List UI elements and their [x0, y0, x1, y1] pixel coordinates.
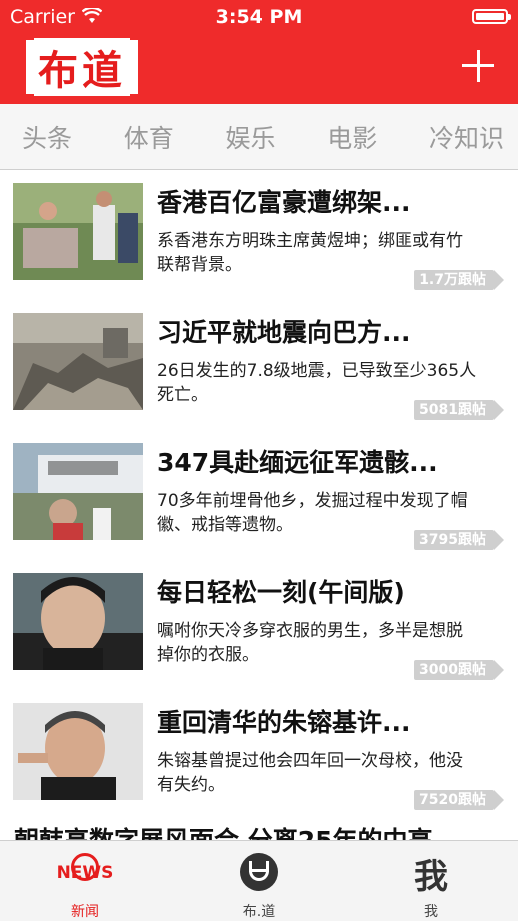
tab-movies[interactable]: 电影 [327, 119, 377, 155]
tab-trivia[interactable]: 冷知识 [429, 119, 504, 155]
news-thumbnail [13, 703, 143, 800]
clock: 3:54 PM [215, 6, 303, 28]
news-item[interactable]: 香港百亿富豪遭绑架... 系香港东方明珠主席黄煜坤；绑匪或有竹联帮背景。 1.7… [0, 171, 518, 301]
news-item[interactable]: 每日轻松一刻(午间版) 嘱咐你天冷多穿衣服的男生，多半是想脱掉你的衣服。 300… [0, 561, 518, 691]
tab-headlines[interactable]: 头条 [22, 119, 72, 155]
add-button[interactable] [462, 50, 494, 82]
news-item[interactable]: 347具赴缅远征军遗骸... 70多年前埋骨他乡，发掘过程中发现了帽徽、戒指等遗… [0, 431, 518, 561]
battery-icon [472, 9, 511, 24]
news-thumbnail [13, 183, 143, 280]
news-thumbnail [13, 573, 143, 670]
tabbar-budao[interactable]: 布.道 [209, 841, 309, 921]
nav-bar: 布道 [0, 34, 518, 104]
news-item[interactable]: 习近平就地震向巴方... 26日发生的7.8级地震，已导致至少365人死亡。 5… [0, 301, 518, 431]
news-list: 香港百亿富豪遭绑架... 系香港东方明珠主席黄煜坤；绑匪或有竹联帮背景。 1.7… [0, 171, 518, 821]
comment-count-badge: 3795跟帖 [414, 530, 504, 550]
logo-text: 布道 [34, 38, 130, 96]
app-logo: 布道 [26, 38, 138, 96]
news-item[interactable]: 重回清华的朱镕基许... 朱镕基曾提过他会四年回一次母校，他没有失约。 7520… [0, 691, 518, 821]
status-bar: Carrier 3:54 PM [0, 0, 518, 34]
news-title: 347具赴缅远征军遗骸... [157, 448, 438, 477]
comment-count-badge: 1.7万跟帖 [414, 270, 504, 290]
tab-entertainment[interactable]: 娱乐 [225, 119, 275, 155]
me-icon: 我 [414, 857, 448, 897]
tabbar-me-label: 我 [424, 904, 438, 920]
news-thumbnail [13, 313, 143, 410]
comment-count-badge: 3000跟帖 [414, 660, 504, 680]
tabbar-budao-label: 布.道 [242, 904, 276, 920]
budao-icon [240, 853, 278, 891]
category-tabs: 头条 体育 娱乐 电影 冷知识 [0, 104, 518, 170]
bottom-tab-bar: NEWS 新闻 布.道 我 我 [0, 840, 518, 921]
news-title: 重回清华的朱镕基许... [157, 708, 411, 737]
news-title: 香港百亿富豪遭绑架... [157, 188, 411, 217]
tab-sports[interactable]: 体育 [124, 119, 174, 155]
news-globe-icon: NEWS [55, 851, 115, 897]
comment-count-badge: 5081跟帖 [414, 400, 504, 420]
news-title: 习近平就地震向巴方... [157, 318, 411, 347]
tabbar-news-label: 新闻 [71, 904, 99, 920]
comment-count-badge: 7520跟帖 [414, 790, 504, 810]
news-title: 每日轻松一刻(午间版) [157, 578, 405, 607]
news-thumbnail [13, 443, 143, 540]
tabbar-me[interactable]: 我 我 [381, 841, 481, 921]
tabbar-news[interactable]: NEWS 新闻 [35, 841, 135, 921]
